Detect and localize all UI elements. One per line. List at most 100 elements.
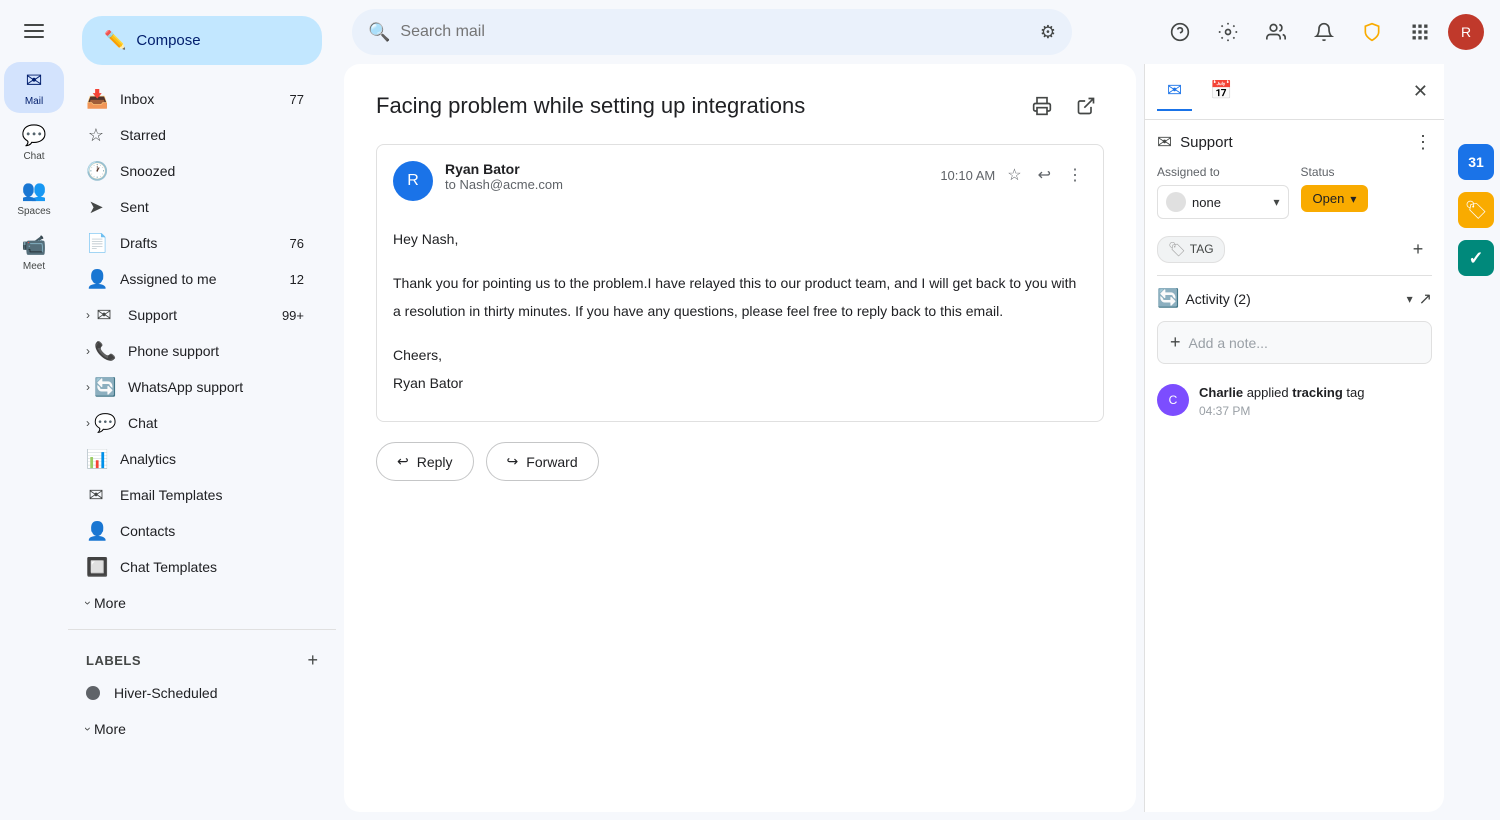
forward-button[interactable]: ↪ Forward <box>486 442 599 481</box>
panel-close-button[interactable]: ✕ <box>1409 77 1432 106</box>
email-closing: Cheers, <box>393 341 1087 369</box>
nav-label-spaces: Spaces <box>17 206 50 217</box>
sidebar-label-chat: Chat <box>128 415 304 431</box>
sidebar-item-phone[interactable]: › 📞 Phone support <box>68 333 320 369</box>
reply-icon[interactable]: ↩ <box>1034 161 1055 189</box>
sidebar-item-more[interactable]: › More <box>68 585 320 621</box>
help-icon[interactable] <box>1160 12 1200 52</box>
add-label-button[interactable]: + <box>307 650 318 671</box>
sidebar-item-snoozed[interactable]: 🕐 Snoozed <box>68 153 320 189</box>
search-box[interactable]: 🔍 ⚙ <box>352 9 1072 55</box>
sidebar-label-assigned: Assigned to me <box>120 271 290 287</box>
sidebar-item-inbox[interactable]: 📥 Inbox 77 <box>68 81 320 117</box>
assigned-to-value[interactable]: none ▾ <box>1157 185 1289 219</box>
calendar-badge-icon[interactable]: 31 <box>1458 144 1494 180</box>
right-icons-column: 31 🏷 ✓ <box>1452 64 1500 820</box>
assigned-icon: 👤 <box>86 269 106 290</box>
nav-item-spaces[interactable]: 👥 Spaces <box>4 172 64 223</box>
activity-title: Activity (2) <box>1185 291 1400 307</box>
email-greeting: Hey Nash, <box>393 225 1087 253</box>
print-icon[interactable] <box>1024 88 1060 124</box>
sidebar-item-chat-menu[interactable]: › 💬 Chat <box>68 405 320 441</box>
filter-icon[interactable]: ⚙ <box>1040 22 1056 43</box>
shield-icon[interactable] <box>1352 12 1392 52</box>
add-tag-button[interactable]: + <box>1404 235 1432 263</box>
main-content: 🔍 ⚙ R <box>336 0 1500 820</box>
star-icon[interactable]: ☆ <box>1003 161 1025 189</box>
email-action-icons <box>1024 88 1104 124</box>
sidebar-item-chat-templates[interactable]: 🔲 Chat Templates <box>68 549 320 585</box>
hiver-tag-icon[interactable]: 🏷 <box>1458 192 1494 228</box>
email-subject-bar: Facing problem while setting up integrat… <box>376 88 1104 124</box>
sidebar-item-assigned[interactable]: 👤 Assigned to me 12 <box>68 261 320 297</box>
apps-icon[interactable] <box>1400 12 1440 52</box>
contacts-top-icon[interactable] <box>1256 12 1296 52</box>
panel-tab-hiver[interactable]: ✉ <box>1157 72 1192 111</box>
expand-icon-chat: › <box>86 416 90 430</box>
tag-label: TAG <box>1190 242 1214 256</box>
sender-name: Ryan Bator <box>445 161 932 177</box>
email-message: R Ryan Bator to Nash@acme.com 10:10 AM ☆… <box>376 144 1104 422</box>
activity-item-0: C Charlie applied tracking tag 04:37 PM <box>1157 376 1432 426</box>
status-dropdown-icon: ▾ <box>1350 192 1356 206</box>
sidebar-label-inbox: Inbox <box>120 91 290 107</box>
nav-item-chat[interactable]: 💬 Chat <box>4 117 64 168</box>
compose-button[interactable]: ✏️ Compose <box>82 16 322 65</box>
sidebar-item-support[interactable]: › ✉ Support 99+ <box>68 297 320 333</box>
assigned-dropdown-icon: ▾ <box>1273 195 1279 209</box>
collapse-icon-more: › <box>81 601 95 605</box>
open-external-icon[interactable] <box>1068 88 1104 124</box>
labels-title: LABELS <box>86 653 307 668</box>
hamburger-menu[interactable] <box>14 10 54 52</box>
panel-divider <box>1157 275 1432 276</box>
nav-item-mail[interactable]: ✉ Mail <box>4 62 64 113</box>
email-time: 10:10 AM <box>940 168 995 183</box>
more-icon[interactable]: ⋮ <box>1063 161 1087 189</box>
sidebar-item-email-templates[interactable]: ✉ Email Templates <box>68 477 320 513</box>
search-input[interactable] <box>400 23 1029 41</box>
sidebar-item-starred[interactable]: ☆ Starred <box>68 117 320 153</box>
assigned-to-label: Assigned to <box>1157 165 1289 179</box>
panel-tab-calendar[interactable]: 📅 <box>1200 72 1242 111</box>
reply-label: Reply <box>417 454 453 470</box>
activity-avatar-initial-0: C <box>1169 393 1178 407</box>
labels-header: LABELS + <box>68 646 336 675</box>
email-actions: ↩ Reply ↪ Forward <box>376 442 1104 481</box>
sidebar-item-sent[interactable]: ➤ Sent <box>68 189 320 225</box>
settings-icon[interactable] <box>1208 12 1248 52</box>
avatar-initial: R <box>1461 24 1471 40</box>
notifications-icon[interactable] <box>1304 12 1344 52</box>
sidebar-item-labels-more[interactable]: › More <box>68 711 320 747</box>
expand-icon-whatsapp: › <box>86 380 90 394</box>
contacts-icon: 👤 <box>86 521 106 542</box>
chat-menu-icon: 💬 <box>94 413 114 434</box>
check-badge-icon[interactable]: ✓ <box>1458 240 1494 276</box>
email-subject: Facing problem while setting up integrat… <box>376 93 1024 119</box>
sidebar-item-whatsapp[interactable]: › 🔄 WhatsApp support <box>68 369 320 405</box>
reply-button[interactable]: ↩ Reply <box>376 442 474 481</box>
status-button[interactable]: Open ▾ <box>1301 185 1369 212</box>
sidebar-item-hiver-scheduled[interactable]: Hiver-Scheduled <box>68 675 320 711</box>
sidebar-item-contacts[interactable]: 👤 Contacts <box>68 513 320 549</box>
nav-label-meet: Meet <box>23 261 45 272</box>
reply-icon-btn: ↩ <box>397 453 409 470</box>
right-panel-header: ✉ 📅 ✕ <box>1145 64 1444 120</box>
email-header: R Ryan Bator to Nash@acme.com 10:10 AM ☆… <box>393 161 1087 201</box>
nav-label-chat: Chat <box>23 151 44 162</box>
mail-icon: ✉ <box>26 68 43 93</box>
sidebar-item-analytics[interactable]: 📊 Analytics <box>68 441 320 477</box>
panel-section-title: ✉ Support ⋮ <box>1157 132 1432 153</box>
status-value: Open <box>1313 191 1345 206</box>
add-note-area[interactable]: + Add a note... <box>1157 321 1432 364</box>
sender-avatar: R <box>393 161 433 201</box>
sidebar-label-drafts: Drafts <box>120 235 290 251</box>
panel-menu-icon[interactable]: ⋮ <box>1414 132 1432 153</box>
sidebar-label-sent: Sent <box>120 199 304 215</box>
activity-external-icon[interactable]: ↗ <box>1419 289 1432 309</box>
nav-item-meet[interactable]: 📹 Meet <box>4 227 64 278</box>
sidebar-label-hiver: Hiver-Scheduled <box>114 685 304 701</box>
sender-avatar-initial: R <box>407 172 419 190</box>
sidebar-item-drafts[interactable]: 📄 Drafts 76 <box>68 225 320 261</box>
user-avatar[interactable]: R <box>1448 14 1484 50</box>
sidebar-label-more: More <box>94 595 304 611</box>
